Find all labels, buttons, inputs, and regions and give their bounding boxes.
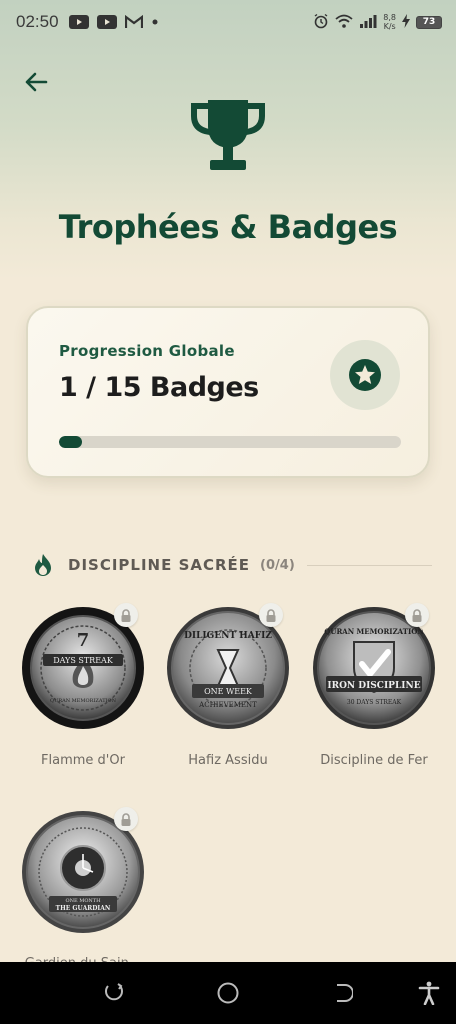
section-header: DISCIPLINE SACRÉE (0/4) xyxy=(32,550,432,580)
charging-icon xyxy=(402,13,410,31)
network-speed-value: 8,8 xyxy=(383,13,396,22)
star-badge xyxy=(330,340,400,410)
network-speed: 8,8 K/s xyxy=(383,13,396,31)
status-time: 02:50 xyxy=(16,12,59,31)
recents-button[interactable] xyxy=(101,980,127,1006)
badge-item[interactable]: 7 DAYS STREAK QURAN MEMORIZATION xyxy=(21,603,145,730)
badge-label: Discipline de Fer xyxy=(320,753,428,768)
gmail-icon xyxy=(124,15,143,29)
home-button[interactable] xyxy=(215,980,241,1006)
badge-item[interactable]: DILIGENT HAFIZ ONE WEEK ACHIEVEMENT xyxy=(166,603,290,730)
trophy-icon xyxy=(188,96,268,176)
progress-bar-fill xyxy=(59,436,82,448)
accessibility-icon xyxy=(418,981,440,1005)
section-count: (0/4) xyxy=(260,557,295,573)
badge-disc-text-band: IRON DISCIPLINE xyxy=(327,681,420,691)
notification-dot-icon xyxy=(151,18,159,26)
star-icon xyxy=(349,359,381,391)
badge-disc-text-band: ONE WEEK xyxy=(204,687,253,696)
badge-disc-text-band: ONE MONTH xyxy=(65,898,101,904)
back-button[interactable] xyxy=(20,66,52,98)
nav-back-button[interactable] xyxy=(329,980,355,1006)
lock-icon xyxy=(114,807,138,831)
system-nav-bar xyxy=(0,962,456,1024)
flame-icon xyxy=(35,554,51,576)
badge-disc-text-top: 7 xyxy=(77,630,90,651)
badge-label: Hafiz Assidu xyxy=(188,753,268,768)
section-title: DISCIPLINE SACRÉE xyxy=(68,556,251,574)
signal-icon xyxy=(359,14,377,31)
section-divider xyxy=(306,564,432,566)
alarm-icon xyxy=(313,13,329,32)
badge-disc-text-bottom: THE GUARDIAN xyxy=(56,905,111,912)
lock-icon xyxy=(259,603,283,627)
progress-bar xyxy=(59,436,401,448)
progress-count: 1 / 15 Badges xyxy=(59,372,259,403)
page-title: Trophées & Badges xyxy=(58,208,398,246)
arrow-left-icon xyxy=(25,72,48,92)
badge-item[interactable]: QURAN MEMORIZATION IRON DISCIPLINE 30 DA… xyxy=(312,603,436,730)
badge-disc-text-top: DILIGENT HAFIZ xyxy=(184,631,272,641)
lock-icon xyxy=(405,603,429,627)
home-icon xyxy=(217,982,239,1004)
progress-label: Progression Globale xyxy=(59,342,235,360)
badge-disc-text-band: DAYS STREAK xyxy=(53,656,114,665)
badge-item[interactable]: ONE MONTH THE GUARDIAN xyxy=(21,807,145,934)
accessibility-button[interactable] xyxy=(416,980,442,1006)
progress-card: Progression Globale 1 / 15 Badges xyxy=(26,306,430,478)
wifi-icon xyxy=(335,14,353,31)
badge-disc-text-bottom: QURAN MEMORIZATION xyxy=(50,698,117,704)
youtube-icon xyxy=(68,15,89,29)
network-speed-unit: K/s xyxy=(383,22,396,31)
battery-icon: 73 xyxy=(416,15,442,29)
back-icon xyxy=(337,984,353,1002)
lock-icon xyxy=(114,603,138,627)
badge-disc-text-bottom: ACHIEVEMENT xyxy=(198,701,257,709)
badge-disc-text-top: QURAN MEMORIZATION xyxy=(324,627,424,636)
recents-icon xyxy=(105,983,123,1001)
youtube-icon xyxy=(96,15,117,29)
badge-disc-text-bottom: 30 DAYS STREAK xyxy=(347,699,402,706)
badge-label: Flamme d'Or xyxy=(41,753,125,768)
status-bar: 02:50 8,8 K/s 73 xyxy=(0,0,456,44)
